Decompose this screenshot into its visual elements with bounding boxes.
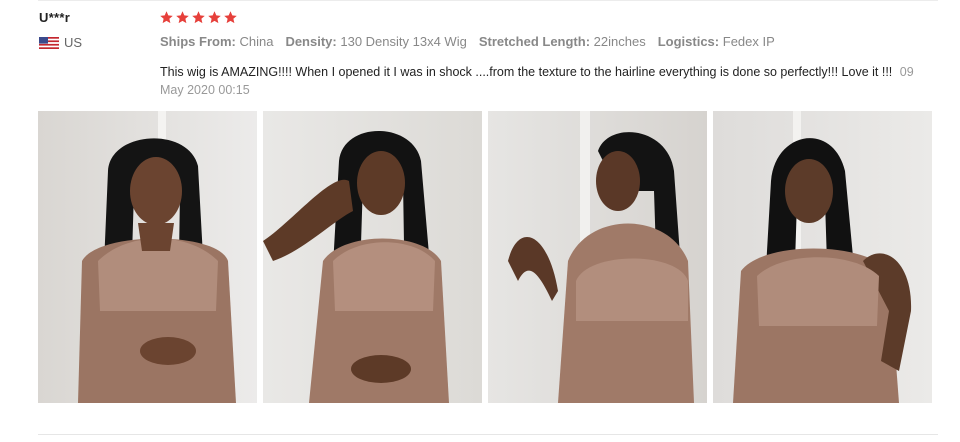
photo-image xyxy=(488,111,707,403)
attr-label: Ships From: xyxy=(160,34,236,49)
review-photo-2[interactable] xyxy=(263,111,482,403)
reviewer-name: U***r xyxy=(39,10,71,25)
photo-image xyxy=(263,111,482,403)
attr-value: China xyxy=(239,34,274,49)
review-text: This wig is AMAZING!!!! When I opened it… xyxy=(160,65,893,79)
attr-density: Density: 130 Density 13x4 Wig xyxy=(285,34,466,49)
country-code: US xyxy=(64,35,83,50)
attr-stretched-length: Stretched Length: 22inches xyxy=(479,34,646,49)
review-photos xyxy=(38,111,932,403)
attr-label: Stretched Length: xyxy=(478,34,591,49)
attr-label: Logistics: xyxy=(657,34,720,49)
review-body: This wig is AMAZING!!!! When I opened it… xyxy=(160,63,920,99)
attr-label: Density: xyxy=(285,34,337,49)
star-icon xyxy=(160,11,173,24)
review-attributes: Ships From: China Density: 130 Density 1… xyxy=(160,34,787,49)
photo-image xyxy=(713,111,932,403)
star-icon xyxy=(224,11,237,24)
photo-image xyxy=(38,111,257,403)
review-photo-1[interactable] xyxy=(38,111,257,403)
us-flag-icon xyxy=(39,36,59,49)
star-rating xyxy=(159,10,238,25)
review-photo-4[interactable] xyxy=(713,111,932,403)
attr-value: 130 Density 13x4 Wig xyxy=(340,34,467,49)
review-photo-3[interactable] xyxy=(488,111,707,403)
reviewer-country: US xyxy=(39,35,82,50)
attr-ships-from: Ships From: China xyxy=(160,34,273,49)
star-icon xyxy=(176,11,189,24)
attr-value: Fedex IP xyxy=(722,34,775,49)
star-icon xyxy=(192,11,205,24)
attr-value: 22inches xyxy=(593,34,646,49)
star-icon xyxy=(208,11,221,24)
attr-logistics: Logistics: Fedex IP xyxy=(658,34,775,49)
bottom-divider xyxy=(38,434,938,435)
top-divider xyxy=(38,0,938,1)
